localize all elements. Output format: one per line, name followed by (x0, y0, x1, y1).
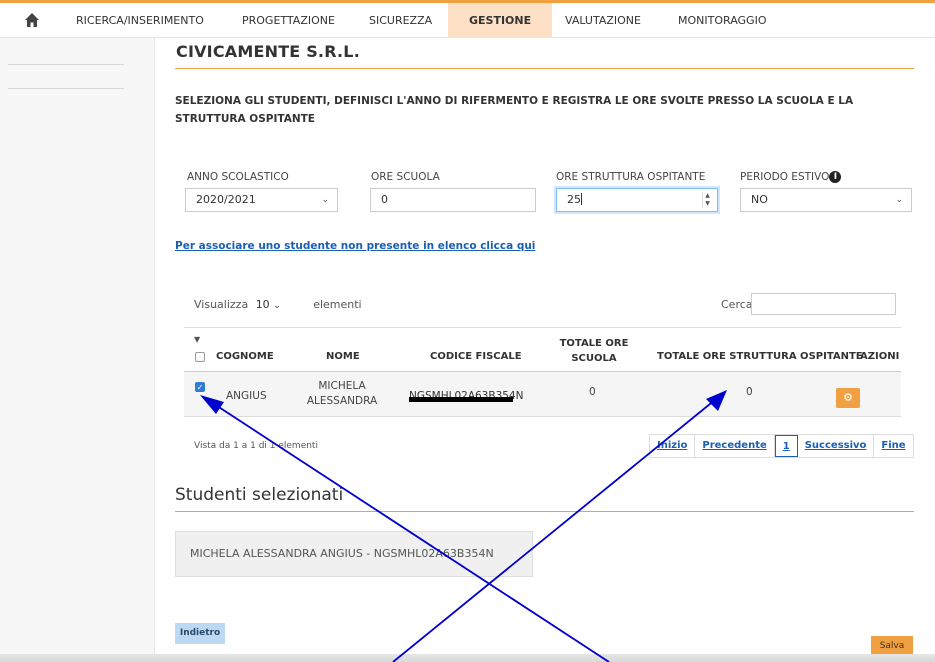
page-length-select[interactable]: 10 ⌄ (256, 298, 306, 311)
col-totale-ore-scuola[interactable]: TOTALE ORE SCUOLA (559, 336, 629, 366)
bottom-edge (0, 654, 935, 662)
table-info: Vista da 1 a 1 di 1 elementi (194, 441, 318, 451)
associate-student-link[interactable]: Per associare uno studente non presente … (175, 240, 535, 252)
pager-last[interactable]: Fine (874, 435, 912, 457)
sidebar-divider (8, 88, 124, 89)
cell-ore-scuola: 0 (589, 386, 596, 398)
cell-nome: MICHELA ALESSANDRA (292, 379, 392, 409)
pager-prev[interactable]: Precedente (695, 435, 775, 457)
ore-scuola-value: 0 (381, 193, 388, 206)
col-codice-fiscale[interactable]: CODICE FISCALE (430, 351, 522, 362)
anno-select[interactable]: 2020/2021 ⌄ (185, 188, 338, 212)
periodo-value: NO (751, 193, 768, 206)
col-totale-ore-scuola-line2: SCUOLA (571, 353, 617, 364)
anno-value: 2020/2021 (196, 193, 256, 206)
gear-icon: ⚙ (843, 391, 853, 404)
text-cursor (581, 193, 582, 205)
selected-student-item: MICHELA ALESSANDRA ANGIUS - NGSMHL02A63B… (175, 531, 533, 577)
search-input[interactable] (751, 293, 896, 315)
col-cognome[interactable]: COGNOME (216, 351, 274, 362)
cell-ore-struttura: 0 (746, 386, 753, 398)
stepper-icon[interactable]: ▲ ▼ (702, 192, 712, 208)
home-icon[interactable] (24, 12, 40, 28)
nav-ricerca[interactable]: RICERCA/INSERIMENTO (76, 3, 204, 38)
pager-first[interactable]: Inizio (650, 435, 696, 457)
periodo-select[interactable]: NO ⌄ (740, 188, 912, 212)
col-totale-ore-struttura[interactable]: TOTALE ORE STRUTTURA OSPITANTE (657, 351, 863, 362)
main-content: CIVICAMENTE S.R.L. SELEZIONA GLI STUDENT… (156, 38, 935, 662)
company-title: CIVICAMENTE S.R.L. (176, 42, 360, 61)
anno-label: ANNO SCOLASTICO (187, 171, 289, 183)
chevron-down-icon: ⌄ (273, 301, 281, 311)
show-suffix: elementi (313, 298, 362, 311)
back-button[interactable]: Indietro (175, 623, 225, 644)
top-navigation: RICERCA/INSERIMENTO PROGETTAZIONE SICURE… (0, 0, 935, 38)
periodo-label-text: PERIODO ESTIVO (740, 171, 830, 183)
selected-students-title: Studenti selezionati (175, 485, 344, 505)
redaction-bar (409, 397, 513, 402)
pager-next[interactable]: Successivo (798, 435, 875, 457)
col-azioni: AZIONI (860, 351, 900, 362)
ore-scuola-label: ORE SCUOLA (371, 171, 440, 183)
ore-struttura-value: 25 (567, 193, 581, 206)
instructions: SELEZIONA GLI STUDENTI, DEFINISCI L'ANNO… (175, 95, 854, 125)
chevron-down-icon: ⌄ (895, 195, 903, 205)
pagination: Inizio Precedente 1 Successivo Fine (649, 434, 914, 458)
nav-monitoraggio[interactable]: MONITORAGGIO (678, 3, 766, 38)
nav-gestione[interactable]: GESTIONE (448, 3, 553, 38)
page-length-control: Visualizza 10 ⌄ elementi (194, 298, 362, 311)
page-length-value: 10 (255, 298, 270, 311)
ore-struttura-input[interactable]: 25 ▲ ▼ (556, 188, 718, 212)
cell-nome-line1: MICHELA (318, 380, 366, 392)
table-top-border (184, 327, 901, 328)
col-totale-ore-scuola-line1: TOTALE ORE (559, 338, 629, 349)
selected-divider (175, 511, 914, 512)
show-label: Visualizza (194, 298, 249, 311)
nav-sicurezza[interactable]: SICUREZZA (369, 3, 432, 38)
sort-icon[interactable]: ▼ (194, 335, 200, 344)
title-divider (175, 68, 914, 69)
sidebar-divider (8, 64, 124, 65)
chevron-down-icon: ⌄ (321, 195, 329, 205)
nav-progettazione[interactable]: PROGETTAZIONE (242, 3, 335, 38)
info-icon[interactable]: i (829, 171, 842, 183)
sidebar (0, 38, 155, 662)
col-nome[interactable]: NOME (326, 351, 360, 362)
cell-nome-line2: ALESSANDRA (306, 395, 378, 407)
cell-cognome: ANGIUS (226, 390, 267, 402)
select-all-checkbox[interactable] (195, 352, 205, 362)
nav-valutazione[interactable]: VALUTAZIONE (565, 3, 641, 38)
row-checkbox[interactable]: ✓ (195, 382, 205, 392)
periodo-label: PERIODO ESTIVO i (740, 171, 842, 183)
ore-struttura-label: ORE STRUTTURA OSPITANTE (556, 171, 706, 183)
pager-page-1[interactable]: 1 (774, 435, 798, 457)
row-action-button[interactable]: ⚙ (836, 388, 860, 408)
ore-scuola-input[interactable]: 0 (370, 188, 536, 212)
